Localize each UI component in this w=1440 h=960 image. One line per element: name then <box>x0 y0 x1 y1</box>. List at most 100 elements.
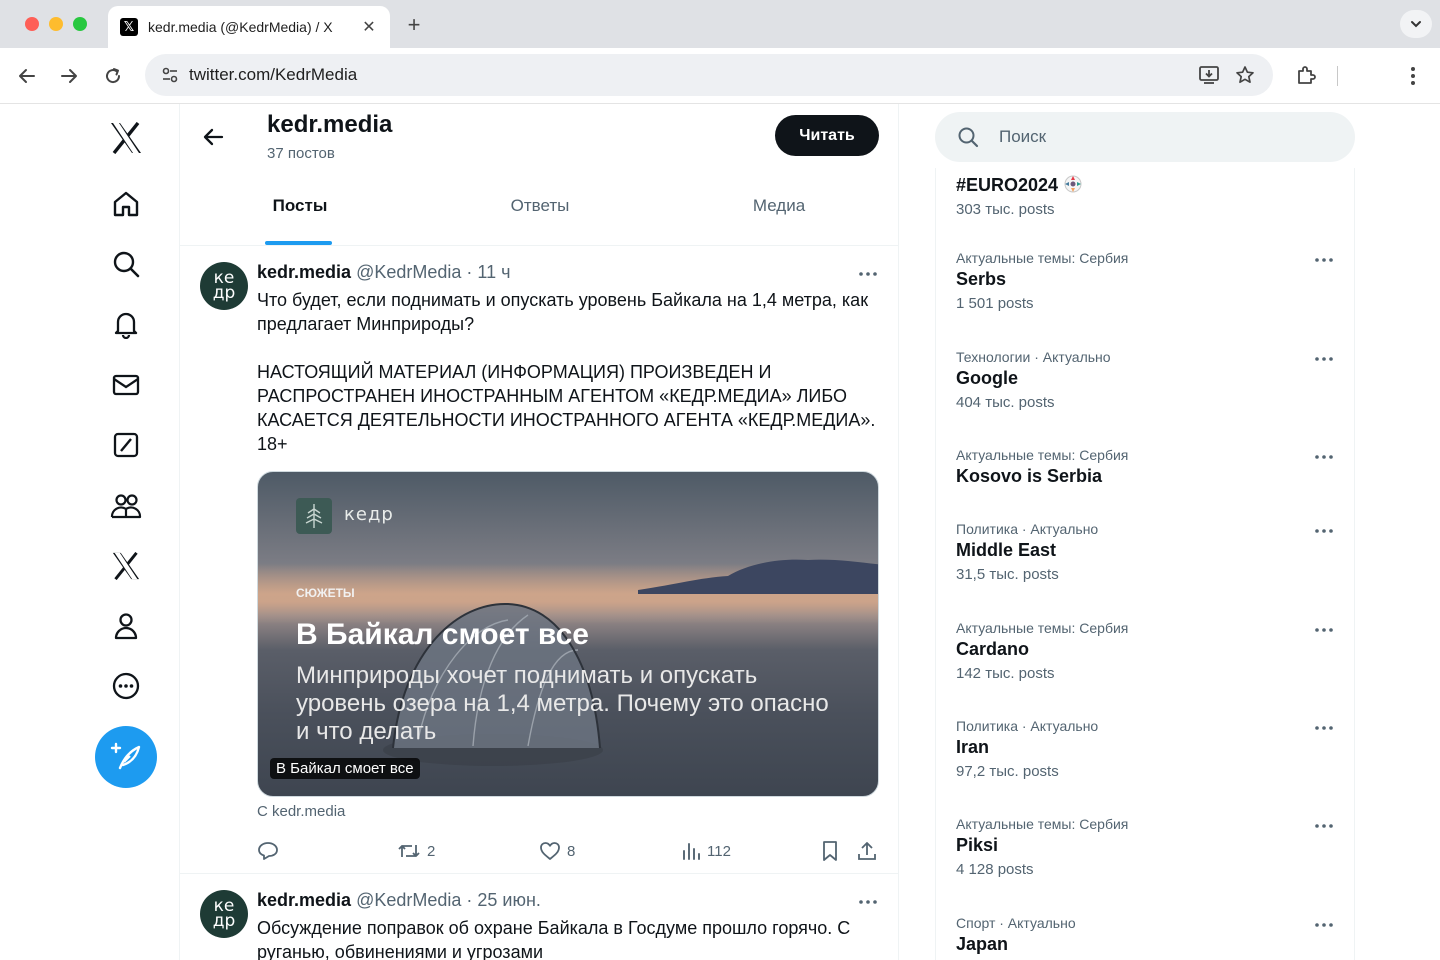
tweet[interactable]: ке др kedr.media @KedrMedia · 25 июн. Об… <box>180 874 898 960</box>
share-icon <box>858 842 876 860</box>
tweet-more-icon[interactable] <box>856 266 880 282</box>
toolbar-divider <box>1337 66 1338 86</box>
reply-button[interactable] <box>257 836 285 866</box>
tweet-text: Что будет, если поднимать и опускать уро… <box>257 290 876 454</box>
trend-item[interactable]: Технологии · Актуально Google 404 тыс. p… <box>956 349 1336 411</box>
profile-icon[interactable] <box>104 604 148 648</box>
euro-ball-icon <box>1064 175 1082 193</box>
kebab-menu-icon <box>1411 67 1415 85</box>
trend-name: Piksi <box>956 835 999 855</box>
trend-count: 1 501 posts <box>956 295 1034 312</box>
tweet-header: kedr.media @KedrMedia · 25 июн. <box>257 890 541 911</box>
link-card[interactable]: кедр СЮЖЕТЫ В Байкал смоет все Минприрод… <box>257 471 879 797</box>
like-button[interactable]: 8 <box>539 836 575 866</box>
trend-category: Актуальные темы: Сербия <box>956 250 1129 266</box>
views-button[interactable]: 112 <box>681 836 731 866</box>
posts-count: 37 постов <box>267 145 335 162</box>
arrow-right-icon <box>61 69 77 83</box>
communities-icon[interactable] <box>104 484 148 528</box>
browser-tab[interactable]: 𝕏 kedr.media (@KedrMedia) / X ✕ <box>108 6 390 48</box>
follow-button[interactable]: Читать <box>775 115 879 156</box>
tweet-time[interactable]: · 11 ч <box>461 262 510 282</box>
trend-more-icon[interactable] <box>1312 449 1336 465</box>
back-button[interactable] <box>13 62 41 90</box>
trend-count: 31,5 тыс. posts <box>956 566 1059 583</box>
trend-item[interactable]: Актуальные темы: Сербия Serbs 1 501 post… <box>956 250 1336 312</box>
trend-category: Актуальные темы: Сербия <box>956 447 1129 463</box>
trend-item[interactable]: Актуальные темы: Сербия Cardano 142 тыс.… <box>956 620 1336 682</box>
card-subtitle: Минприроды хочет поднимать и опускать ур… <box>296 662 829 745</box>
tab-search-button[interactable] <box>1400 10 1432 38</box>
bell-icon[interactable] <box>104 302 148 346</box>
profile-tabs: Посты Ответы Медиа <box>180 166 898 246</box>
new-tab-button[interactable]: + <box>402 12 426 38</box>
tab-close-icon[interactable]: ✕ <box>360 17 378 37</box>
forward-button[interactable] <box>55 62 83 90</box>
trend-name: Google <box>956 368 1018 388</box>
zoom-window-button[interactable] <box>73 17 87 31</box>
bookmark-star-icon[interactable] <box>1227 57 1263 93</box>
author-name[interactable]: kedr.media <box>257 262 351 282</box>
site-info-icon[interactable] <box>157 62 183 88</box>
trend-item[interactable]: Спорт · Актуально Japan <box>956 915 1336 955</box>
trend-more-icon[interactable] <box>1312 523 1336 539</box>
tab-posts[interactable]: Посты <box>180 166 420 245</box>
search-input[interactable]: Поиск <box>935 112 1355 162</box>
mail-icon[interactable] <box>104 363 148 407</box>
browser-tab-strip: 𝕏 kedr.media (@KedrMedia) / X ✕ + <box>0 0 1440 48</box>
trend-more-icon[interactable] <box>1312 252 1336 268</box>
trend-item[interactable]: #EURO2024 303 тыс. posts <box>956 171 1336 218</box>
trend-item[interactable]: Актуальные темы: Сербия Kosovo is Serbia <box>956 447 1336 487</box>
tab-media[interactable]: Медиа <box>660 166 898 245</box>
retweet-button[interactable]: 2 <box>397 836 435 866</box>
reload-icon <box>106 68 121 84</box>
search-icon[interactable] <box>104 242 148 286</box>
address-bar[interactable]: twitter.com/KedrMedia <box>145 54 1273 96</box>
author-handle[interactable]: @KedrMedia <box>356 262 461 282</box>
card-source[interactable]: С kedr.media <box>257 803 345 820</box>
arrow-left-icon <box>19 69 35 83</box>
extensions-button[interactable] <box>1292 62 1320 90</box>
url-text[interactable]: twitter.com/KedrMedia <box>189 65 1191 85</box>
tweet-more-icon[interactable] <box>856 894 880 910</box>
grok-icon[interactable] <box>104 423 148 467</box>
avatar[interactable]: ке др <box>200 262 248 310</box>
trend-more-icon[interactable] <box>1312 720 1336 736</box>
trend-category: Актуальные темы: Сербия <box>956 816 1129 832</box>
trend-more-icon[interactable] <box>1312 622 1336 638</box>
trend-item[interactable]: Актуальные темы: Сербия Piksi 4 128 post… <box>956 816 1336 878</box>
tab-label: Ответы <box>510 195 570 215</box>
more-icon[interactable] <box>104 664 148 708</box>
back-arrow-button[interactable] <box>198 122 228 152</box>
trend-more-icon[interactable] <box>1312 917 1336 933</box>
profile-header: kedr.media 37 постов Читать <box>180 104 898 166</box>
premium-icon[interactable] <box>104 544 148 588</box>
browser-menu-button[interactable] <box>1399 62 1427 90</box>
x-page: kedr.media 37 постов Читать Посты Ответы… <box>0 104 1440 960</box>
trend-item[interactable]: Политика · Актуально Iran 97,2 тыс. post… <box>956 718 1336 780</box>
author-name[interactable]: kedr.media <box>257 890 351 910</box>
home-icon[interactable] <box>104 182 148 226</box>
tweet-time[interactable]: · 25 июн. <box>461 890 541 910</box>
trend-name: Cardano <box>956 639 1030 659</box>
reload-button[interactable] <box>99 62 127 90</box>
x-logo-icon[interactable] <box>104 116 148 160</box>
avatar[interactable]: ке др <box>200 890 248 938</box>
trend-item[interactable]: Политика · Актуально Middle East 31,5 ты… <box>956 521 1336 583</box>
tab-replies[interactable]: Ответы <box>420 166 660 245</box>
trend-more-icon[interactable] <box>1312 818 1336 834</box>
minimize-window-button[interactable] <box>49 17 63 31</box>
trend-more-icon[interactable] <box>1312 351 1336 367</box>
heart-icon <box>540 842 560 860</box>
compose-button[interactable] <box>95 726 157 788</box>
install-app-icon[interactable] <box>1191 57 1227 93</box>
bookmark-button[interactable] <box>821 836 845 866</box>
close-window-button[interactable] <box>25 17 39 31</box>
trend-category: Спорт · Актуально <box>956 915 1076 931</box>
trends-list: #EURO2024 303 тыс. posts Актуальные темы… <box>935 168 1355 960</box>
share-button[interactable] <box>857 836 883 866</box>
tweet-header: kedr.media @KedrMedia · 11 ч <box>257 262 510 283</box>
author-handle[interactable]: @KedrMedia <box>356 890 461 910</box>
retweet-count: 2 <box>427 842 436 860</box>
tweet[interactable]: ке др kedr.media @KedrMedia · 11 ч Что б… <box>180 246 898 874</box>
